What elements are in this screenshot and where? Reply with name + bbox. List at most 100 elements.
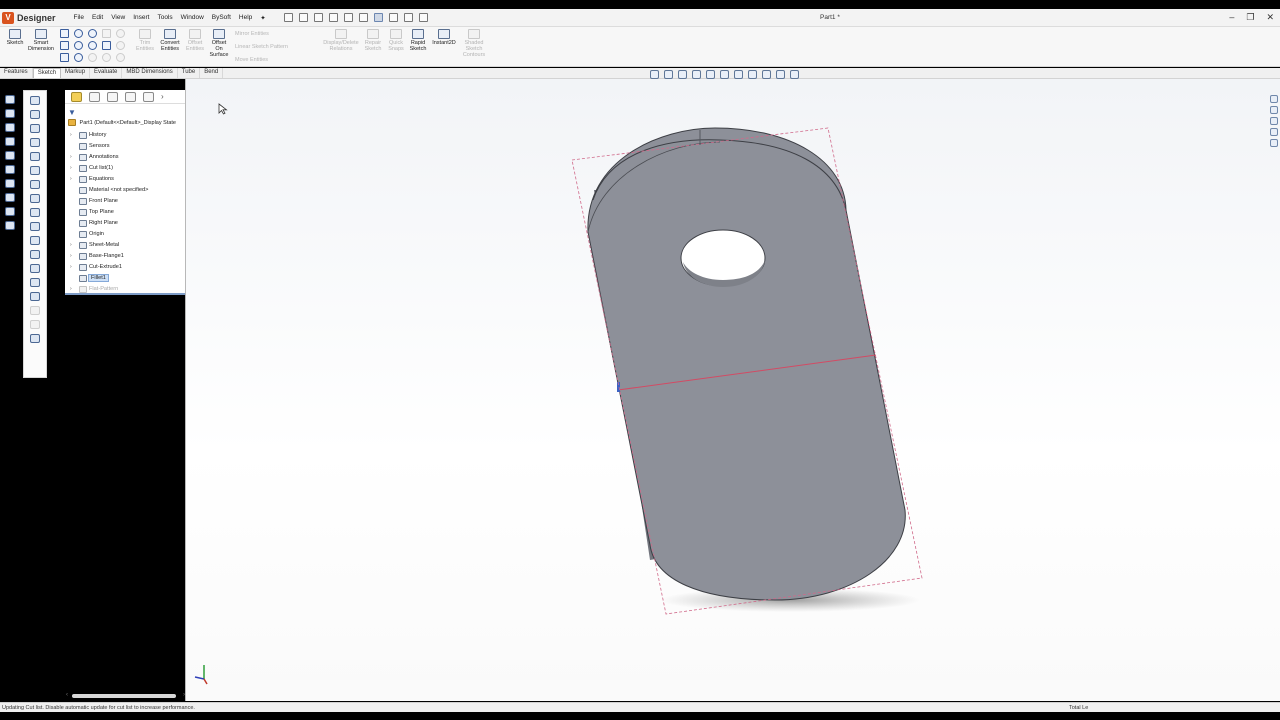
fillet-sketch-icon[interactable] [102, 41, 111, 50]
tree-node-cut-extrude[interactable]: › Cut-Extrude1 [69, 262, 185, 273]
expand-icon[interactable]: › [70, 284, 72, 295]
resources-icon[interactable] [1270, 106, 1278, 114]
edit-appearance-icon[interactable] [762, 70, 771, 79]
offset-on-surface-button[interactable]: Offset On Surface [204, 29, 234, 58]
tree-node-history[interactable]: › History [69, 130, 185, 141]
configuration-manager-icon[interactable] [107, 91, 118, 102]
shaded-sketch-contours-button[interactable]: Shaded Sketch Contours [459, 29, 489, 58]
flatten-icon[interactable] [30, 264, 40, 273]
tree-node-sheet-metal[interactable]: › Sheet-Metal [69, 240, 185, 251]
panel-splitter[interactable] [185, 79, 186, 701]
tree-node-front-plane[interactable]: Front Plane [69, 196, 185, 207]
menu-view[interactable]: View [107, 14, 129, 21]
tree-node-cut-list[interactable]: › Cut list(1) [69, 163, 185, 174]
tab-tube[interactable]: Tube [178, 68, 201, 78]
line-icon[interactable] [60, 29, 69, 38]
move-entities-button[interactable]: Move Entities [235, 57, 268, 63]
redo-icon[interactable] [358, 13, 368, 22]
tree-node-right-plane[interactable]: Right Plane [69, 218, 185, 229]
open-icon[interactable] [298, 13, 308, 22]
instant2d-button[interactable]: Instant2D [429, 29, 459, 46]
scroll-thumb[interactable] [72, 694, 176, 698]
chevron-right-icon[interactable]: › [161, 92, 164, 101]
minimize-icon[interactable]: – [1229, 12, 1234, 23]
tree-node-material[interactable]: Material <not specified> [69, 185, 185, 196]
ellipse-icon[interactable] [74, 53, 83, 62]
curves-icon[interactable] [5, 207, 15, 216]
expand-icon[interactable]: › [70, 152, 72, 163]
text-icon[interactable] [102, 29, 111, 38]
previous-view-icon[interactable] [678, 70, 687, 79]
extrude-icon[interactable] [5, 95, 15, 104]
tab-markup[interactable]: Markup [61, 68, 91, 78]
app-logo[interactable]: V [2, 11, 14, 24]
zoom-to-fit-icon[interactable] [650, 70, 659, 79]
sheet-metal-convert-icon[interactable] [30, 320, 40, 329]
rip-icon[interactable] [30, 292, 40, 301]
close-icon[interactable]: ✕ [1266, 12, 1274, 23]
point-icon[interactable] [116, 29, 125, 38]
rebuild-icon[interactable] [388, 13, 398, 22]
polygon-icon[interactable] [88, 41, 97, 50]
slot-icon[interactable] [60, 53, 69, 62]
scroll-right-icon[interactable]: › [183, 692, 185, 698]
revolve-icon[interactable] [5, 109, 15, 118]
restore-icon[interactable]: ❐ [1246, 12, 1254, 23]
menu-insert[interactable]: Insert [129, 14, 153, 21]
options-gear-icon[interactable] [418, 13, 428, 22]
expand-icon[interactable]: › [70, 251, 72, 262]
view-orientation-icon[interactable] [720, 70, 729, 79]
sweep-icon[interactable] [5, 123, 15, 132]
arc-icon[interactable] [74, 41, 83, 50]
file-explorer-icon[interactable] [1270, 128, 1278, 136]
sheet-metal-gusset-icon[interactable] [30, 334, 40, 343]
view-settings-icon[interactable] [790, 70, 799, 79]
tab-sketch[interactable]: Sketch [32, 68, 62, 78]
no-bends-icon[interactable] [30, 278, 40, 287]
hide-show-items-icon[interactable] [748, 70, 757, 79]
display-style-icon[interactable] [734, 70, 743, 79]
tree-node-top-plane[interactable]: Top Plane [69, 207, 185, 218]
tab-slot-icon[interactable] [30, 222, 40, 231]
appearances-icon[interactable] [1270, 139, 1278, 147]
property-manager-icon[interactable] [89, 91, 100, 102]
linear-sketch-pattern-button[interactable]: Linear Sketch Pattern [235, 44, 288, 50]
expand-icon[interactable]: › [70, 130, 72, 141]
zoom-to-area-icon[interactable] [664, 70, 673, 79]
menu-bysoft[interactable]: BySoft [208, 14, 235, 21]
sheet-metal-insert-bends-icon[interactable] [30, 306, 40, 315]
select-icon[interactable] [373, 13, 383, 22]
sketched-bend-icon[interactable] [30, 166, 40, 175]
tree-node-origin[interactable]: Origin [69, 229, 185, 240]
forming-tool-icon[interactable] [30, 208, 40, 217]
unfold-icon[interactable] [30, 236, 40, 245]
dynamic-annotation-icon[interactable] [706, 70, 715, 79]
graphics-area[interactable] [186, 79, 1280, 701]
sketch-tool-icon[interactable] [5, 221, 15, 230]
cut-icon[interactable] [5, 151, 15, 160]
menu-window[interactable]: Window [177, 14, 208, 21]
fillet-icon[interactable] [5, 165, 15, 174]
tree-node-base-flange[interactable]: › Base-Flange1 [69, 251, 185, 262]
dimxpert-manager-icon[interactable] [125, 91, 136, 102]
save-icon[interactable] [313, 13, 323, 22]
undo-icon[interactable] [343, 13, 353, 22]
miter-flange-icon[interactable] [30, 124, 40, 133]
centerline-icon[interactable] [88, 53, 97, 62]
rectangle-icon[interactable] [60, 41, 69, 50]
hem-icon[interactable] [30, 138, 40, 147]
sketch-point-icon[interactable] [116, 53, 125, 62]
base-flange-icon[interactable] [30, 96, 40, 105]
corners-icon[interactable] [30, 194, 40, 203]
expand-icon[interactable]: › [70, 240, 72, 251]
design-library-icon[interactable] [1270, 117, 1278, 125]
filter-icon[interactable]: ▼ [68, 108, 76, 117]
reference-geometry-icon[interactable] [5, 193, 15, 202]
display-manager-icon[interactable] [143, 91, 154, 102]
expand-icon[interactable]: › [70, 262, 72, 273]
construction-icon[interactable] [102, 53, 111, 62]
section-view-icon[interactable] [692, 70, 701, 79]
tree-node-flat-pattern[interactable]: › Flat-Pattern [69, 284, 185, 295]
pin-icon[interactable]: ✦ [256, 14, 269, 22]
tree-node-sensors[interactable]: Sensors [69, 141, 185, 152]
